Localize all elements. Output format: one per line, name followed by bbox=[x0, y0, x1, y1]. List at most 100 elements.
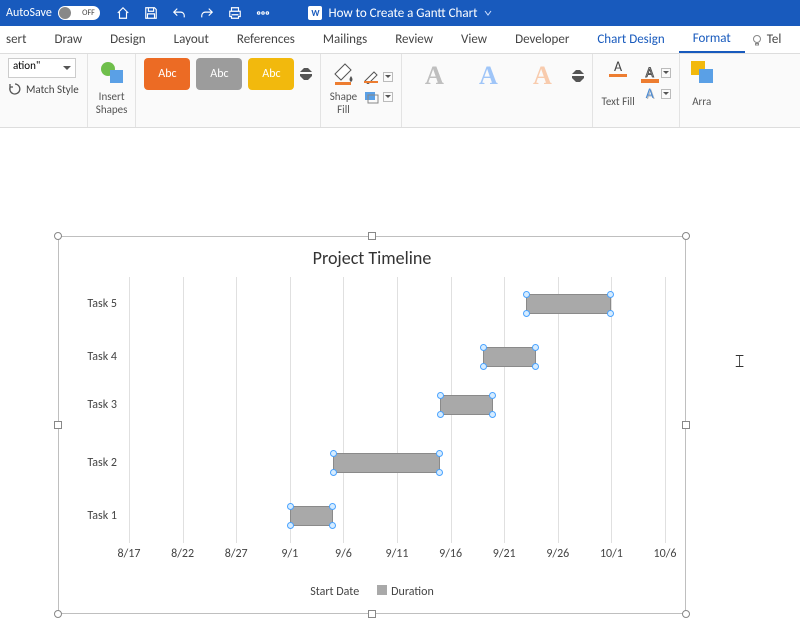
chevron-up-icon bbox=[572, 62, 584, 74]
y-tick-label: Task 4 bbox=[87, 350, 117, 364]
redo-icon[interactable] bbox=[200, 6, 214, 20]
shape-style-gallery: Abc Abc Abc bbox=[144, 58, 312, 90]
gantt-chart[interactable]: Project Timeline Task 5 Task 4 Task 3 Ta… bbox=[58, 236, 686, 614]
save-icon[interactable] bbox=[144, 6, 158, 20]
y-tick-label: Task 1 bbox=[87, 509, 117, 523]
text-outline-button[interactable]: A bbox=[641, 64, 671, 81]
arrange-button[interactable]: Arra bbox=[688, 58, 716, 108]
arrange-icon bbox=[688, 58, 716, 91]
bar-task-1[interactable] bbox=[290, 506, 333, 526]
shape-fill-label: Shape Fill bbox=[330, 90, 357, 116]
tab-mailings[interactable]: Mailings bbox=[309, 26, 381, 53]
x-tick-label: 9/21 bbox=[493, 547, 516, 561]
tab-chart-design[interactable]: Chart Design bbox=[583, 26, 678, 53]
tab-view[interactable]: View bbox=[447, 26, 501, 53]
home-icon[interactable] bbox=[116, 6, 130, 20]
shape-style-gray[interactable]: Abc bbox=[196, 58, 242, 90]
tab-review[interactable]: Review bbox=[381, 26, 447, 53]
insert-shapes-label: Insert Shapes bbox=[96, 90, 128, 116]
y-tick-label: Task 2 bbox=[87, 456, 117, 470]
resize-handle[interactable] bbox=[54, 232, 62, 240]
tab-developer[interactable]: Developer bbox=[501, 26, 583, 53]
group-shape-fill: Shape Fill bbox=[321, 54, 402, 127]
dropdown-icon bbox=[661, 68, 671, 78]
shapes-icon bbox=[98, 58, 126, 86]
bar-task-4[interactable] bbox=[483, 347, 537, 367]
tab-label: View bbox=[461, 32, 487, 47]
tab-layout[interactable]: Layout bbox=[160, 26, 223, 53]
swatch-label: Abc bbox=[210, 67, 228, 81]
resize-handle[interactable] bbox=[368, 610, 376, 618]
tell-me[interactable]: Tel bbox=[751, 26, 782, 53]
tab-label: sert bbox=[6, 32, 26, 47]
group-shape-styles: Abc Abc Abc bbox=[136, 54, 321, 127]
text-effects-button[interactable]: A bbox=[641, 85, 671, 102]
word-icon: W bbox=[308, 6, 322, 20]
more-bar-icon bbox=[300, 74, 312, 76]
shape-outline-button[interactable] bbox=[363, 70, 393, 84]
gallery-more[interactable] bbox=[572, 62, 584, 90]
match-style-label: Match Style bbox=[26, 83, 79, 96]
tab-format[interactable]: Format bbox=[679, 26, 745, 53]
x-tick-label: 9/26 bbox=[546, 547, 569, 561]
tab-label: Format bbox=[693, 31, 731, 46]
x-tick-label: 9/6 bbox=[335, 547, 352, 561]
shape-style-yellow[interactable]: Abc bbox=[248, 58, 294, 90]
wordart-style-2[interactable]: A bbox=[464, 58, 512, 94]
document-area[interactable]: 𝙸 Project Timeline Task 5 Task 4 Task 3 … bbox=[0, 128, 800, 632]
autosave-toggle[interactable]: OFF bbox=[58, 6, 100, 20]
resize-handle[interactable] bbox=[682, 232, 690, 240]
tab-label: Chart Design bbox=[597, 32, 664, 47]
gallery-more[interactable] bbox=[300, 60, 312, 88]
more-icon[interactable] bbox=[256, 6, 270, 20]
tab-label: Developer bbox=[515, 32, 569, 47]
tab-label: References bbox=[237, 32, 295, 47]
resize-handle[interactable] bbox=[54, 610, 62, 618]
x-tick-label: 9/1 bbox=[281, 547, 298, 561]
print-icon[interactable] bbox=[228, 6, 242, 20]
chart-title[interactable]: Project Timeline bbox=[59, 237, 685, 269]
shape-fill-button[interactable]: Shape Fill bbox=[329, 58, 357, 116]
tab-label: Draw bbox=[54, 32, 82, 47]
swatch-label: Abc bbox=[158, 67, 176, 81]
chevron-down-icon[interactable] bbox=[484, 6, 492, 21]
resize-handle[interactable] bbox=[682, 610, 690, 618]
resize-handle[interactable] bbox=[682, 421, 690, 429]
autosave-state: OFF bbox=[82, 8, 95, 18]
tell-me-label: Tel bbox=[767, 32, 782, 47]
wordart-gallery: A A A bbox=[410, 58, 584, 94]
chart-element-selector[interactable]: ation" bbox=[8, 58, 76, 78]
match-style-button[interactable]: Match Style bbox=[8, 82, 79, 96]
text-effects-icon: A bbox=[641, 85, 659, 102]
paint-bucket-icon bbox=[329, 58, 357, 86]
bar-task-2[interactable] bbox=[333, 453, 440, 473]
chevron-up-icon bbox=[300, 60, 312, 72]
tab-references[interactable]: References bbox=[223, 26, 309, 53]
shape-effects-button[interactable] bbox=[363, 90, 393, 104]
tab-insert[interactable]: sert bbox=[0, 26, 40, 53]
quick-access-toolbar bbox=[116, 6, 270, 20]
text-fill-button[interactable]: A Text Fill bbox=[601, 58, 634, 108]
tab-design[interactable]: Design bbox=[96, 26, 159, 53]
dropdown-icon bbox=[383, 92, 393, 102]
x-tick-label: 10/6 bbox=[654, 547, 677, 561]
plot-area[interactable] bbox=[129, 277, 665, 543]
bar-task-5[interactable] bbox=[526, 294, 612, 314]
wordart-style-1[interactable]: A bbox=[410, 58, 458, 94]
titlebar: AutoSave OFF W How to Create a Gantt Cha… bbox=[0, 0, 800, 26]
wordart-style-3[interactable]: A bbox=[518, 58, 566, 94]
tab-draw[interactable]: Draw bbox=[40, 26, 96, 53]
x-tick-label: 8/22 bbox=[171, 547, 194, 561]
resize-handle[interactable] bbox=[368, 232, 376, 240]
shape-style-orange[interactable]: Abc bbox=[144, 58, 190, 90]
more-bar-icon bbox=[572, 76, 584, 78]
legend-item-duration: Duration bbox=[391, 585, 434, 599]
bar-task-3[interactable] bbox=[440, 395, 494, 415]
chart-legend[interactable]: Start Date Duration bbox=[59, 585, 685, 599]
insert-shapes-button[interactable]: Insert Shapes bbox=[96, 58, 128, 116]
autosave-toggle-wrap: AutoSave OFF bbox=[0, 6, 106, 20]
x-axis-labels: 8/17 8/22 8/27 9/1 9/6 9/11 9/16 9/21 9/… bbox=[129, 547, 665, 565]
chevron-down-icon bbox=[572, 78, 584, 90]
group-text-fill: A Text Fill A A bbox=[593, 54, 679, 127]
undo-icon[interactable] bbox=[172, 6, 186, 20]
